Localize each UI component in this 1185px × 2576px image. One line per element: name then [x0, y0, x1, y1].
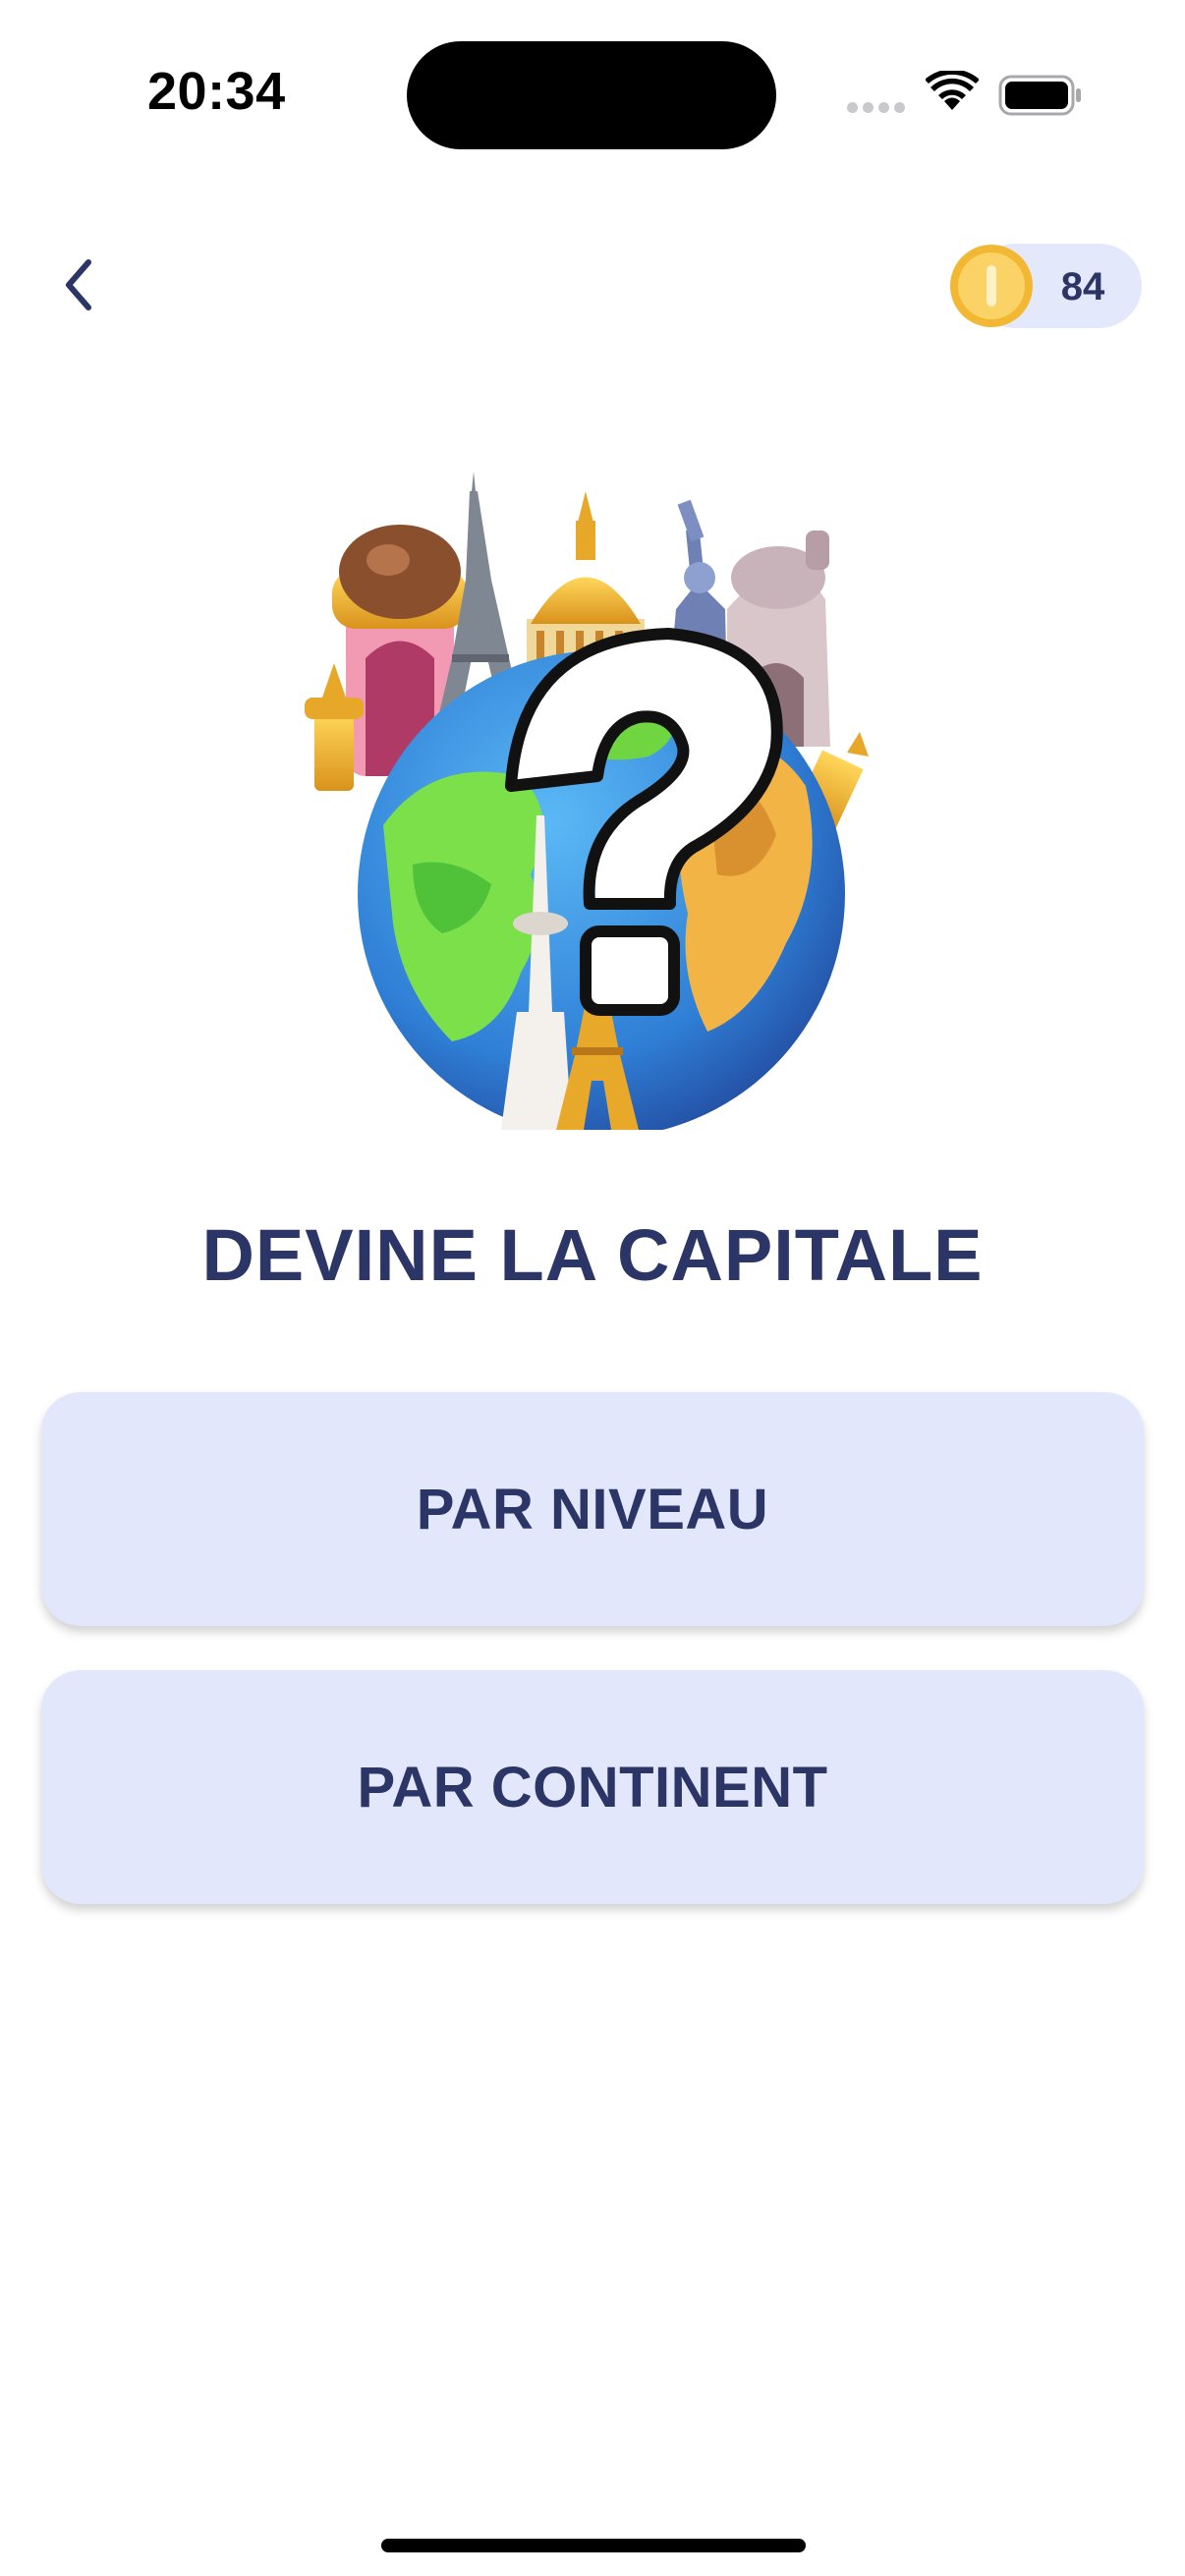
- battery-icon: [998, 75, 1081, 116]
- back-button[interactable]: [49, 246, 108, 324]
- page-title: DEVINE LA CAPITALE: [201, 1214, 984, 1296]
- chevron-left-icon: [66, 259, 91, 310]
- by-level-label: PAR NIVEAU: [416, 1477, 769, 1541]
- by-level-button[interactable]: PAR NIVEAU: [41, 1392, 1144, 1626]
- by-continent-button[interactable]: PAR CONTINENT: [41, 1670, 1144, 1904]
- wifi-icon: [926, 71, 979, 110]
- home-indicator[interactable]: [381, 2539, 806, 2552]
- cellular-signal-icon: [847, 98, 910, 117]
- dynamic-island: [407, 41, 776, 149]
- screen: 20:34 84 DEVINE LA CAPITALE PAR NIVEAU P…: [0, 0, 1185, 2576]
- status-time: 20:34: [147, 62, 286, 121]
- by-continent-label: PAR CONTINENT: [357, 1755, 828, 1820]
- coin-icon: [950, 245, 1033, 327]
- globe-landmarks-illustration: [305, 472, 869, 1130]
- coin-count: 84: [1060, 265, 1105, 308]
